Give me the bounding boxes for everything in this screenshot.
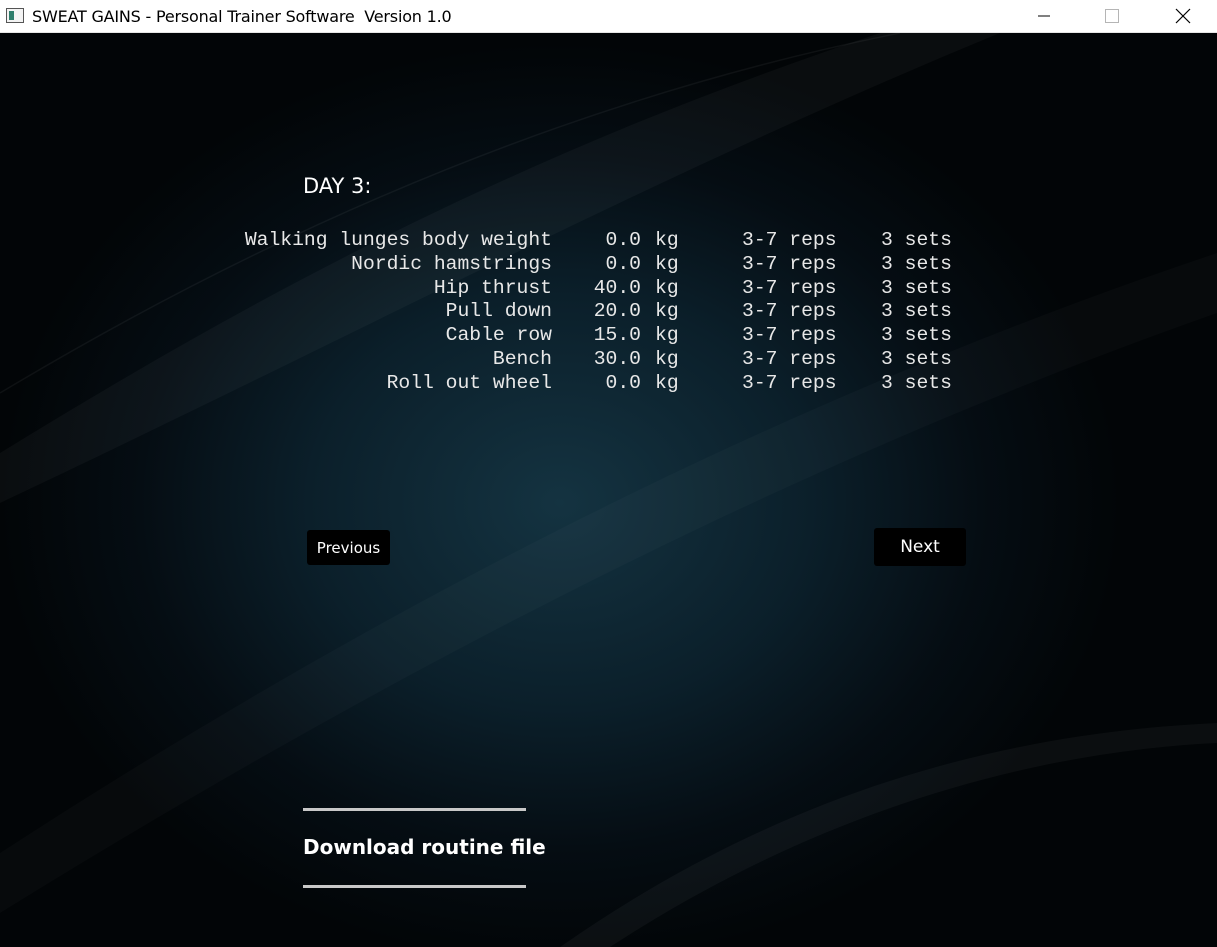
day-title: DAY 3:: [303, 174, 372, 198]
app-window-icon: [6, 8, 24, 23]
previous-button[interactable]: Previous: [307, 530, 390, 565]
exercise-name: Roll out wheel: [386, 371, 552, 394]
exercise-reps: 3-7 reps: [742, 252, 837, 275]
divider-top: [303, 808, 526, 811]
exercise-row: Bench 30.0 kg 3-7 reps 3 sets: [0, 348, 1217, 372]
maximize-icon: [1105, 9, 1119, 23]
exercise-sets: 3 sets: [881, 371, 952, 394]
exercise-name: Nordic hamstrings: [351, 252, 552, 275]
exercise-sets: 3 sets: [881, 324, 952, 347]
exercise-weight-unit: kg: [655, 324, 679, 347]
exercise-weight: 15.0: [593, 324, 641, 347]
background-swoosh: [0, 33, 1217, 947]
minimize-icon: [1038, 15, 1050, 17]
exercise-name: Cable row: [445, 324, 552, 347]
exercise-weight: 20.0: [593, 300, 641, 323]
download-routine-button[interactable]: Download routine file: [303, 808, 546, 888]
exercise-reps: 3-7 reps: [742, 324, 837, 347]
exercise-row: Cable row 15.0 kg 3-7 reps 3 sets: [0, 324, 1217, 348]
exercise-sets: 3 sets: [881, 252, 952, 275]
exercise-sets: 3 sets: [881, 300, 952, 323]
exercise-weight: 0.0: [605, 229, 641, 251]
exercise-weight-unit: kg: [655, 229, 679, 251]
maximize-button[interactable]: [1089, 0, 1135, 32]
exercise-row: Walking lunges body weight 0.0 kg 3-7 reps 3…: [0, 229, 1217, 253]
exercise-reps: 3-7 reps: [742, 276, 837, 299]
exercise-reps: 3-7 reps: [742, 229, 837, 251]
divider-bottom: [303, 885, 526, 888]
exercise-weight-unit: kg: [655, 371, 679, 394]
routine-table: Walking lunges body weight 0.0 kg 3-7 reps 3…: [0, 229, 1217, 396]
minimize-button[interactable]: [1021, 0, 1067, 32]
exercise-row: Pull down 20.0 kg 3-7 reps 3 sets: [0, 300, 1217, 324]
exercise-name: Bench: [492, 347, 552, 370]
exercise-row: Hip thrust 40.0 kg 3-7 reps 3 sets: [0, 277, 1217, 301]
exercise-row: Roll out wheel 0.0 kg 3-7 reps 3 sets: [0, 372, 1217, 396]
app-window: SWEAT GAINS - Personal Trainer Software …: [0, 0, 1217, 947]
exercise-sets: 3 sets: [881, 276, 952, 299]
exercise-weight-unit: kg: [655, 347, 679, 370]
exercise-sets: 3 sets: [881, 347, 952, 370]
exercise-name: Walking lunges body weight: [244, 229, 552, 251]
exercise-weight-unit: kg: [655, 300, 679, 323]
exercise-reps: 3-7 reps: [742, 300, 837, 323]
exercise-weight-unit: kg: [655, 252, 679, 275]
exercise-weight-unit: kg: [655, 276, 679, 299]
exercise-weight: 30.0: [593, 347, 641, 370]
close-button[interactable]: [1160, 0, 1206, 32]
close-icon: [1175, 8, 1191, 24]
exercise-reps: 3-7 reps: [742, 347, 837, 370]
exercise-name: Pull down: [445, 300, 552, 323]
download-routine-label: Download routine file: [303, 835, 546, 859]
exercise-row: Nordic hamstrings 0.0 kg 3-7 reps 3 sets: [0, 253, 1217, 277]
exercise-name: Hip thrust: [433, 276, 552, 299]
exercise-weight: 0.0: [605, 371, 641, 394]
title-bar: SWEAT GAINS - Personal Trainer Software …: [0, 0, 1217, 33]
exercise-weight: 0.0: [605, 252, 641, 275]
exercise-sets: 3 sets: [881, 229, 952, 251]
exercise-reps: 3-7 reps: [742, 371, 837, 394]
window-title: SWEAT GAINS - Personal Trainer Software …: [32, 7, 452, 26]
main-content: DAY 3: Walking lunges body weight 0.0 kg 3-…: [0, 33, 1217, 947]
next-button[interactable]: Next: [874, 528, 966, 566]
exercise-weight: 40.0: [593, 276, 641, 299]
